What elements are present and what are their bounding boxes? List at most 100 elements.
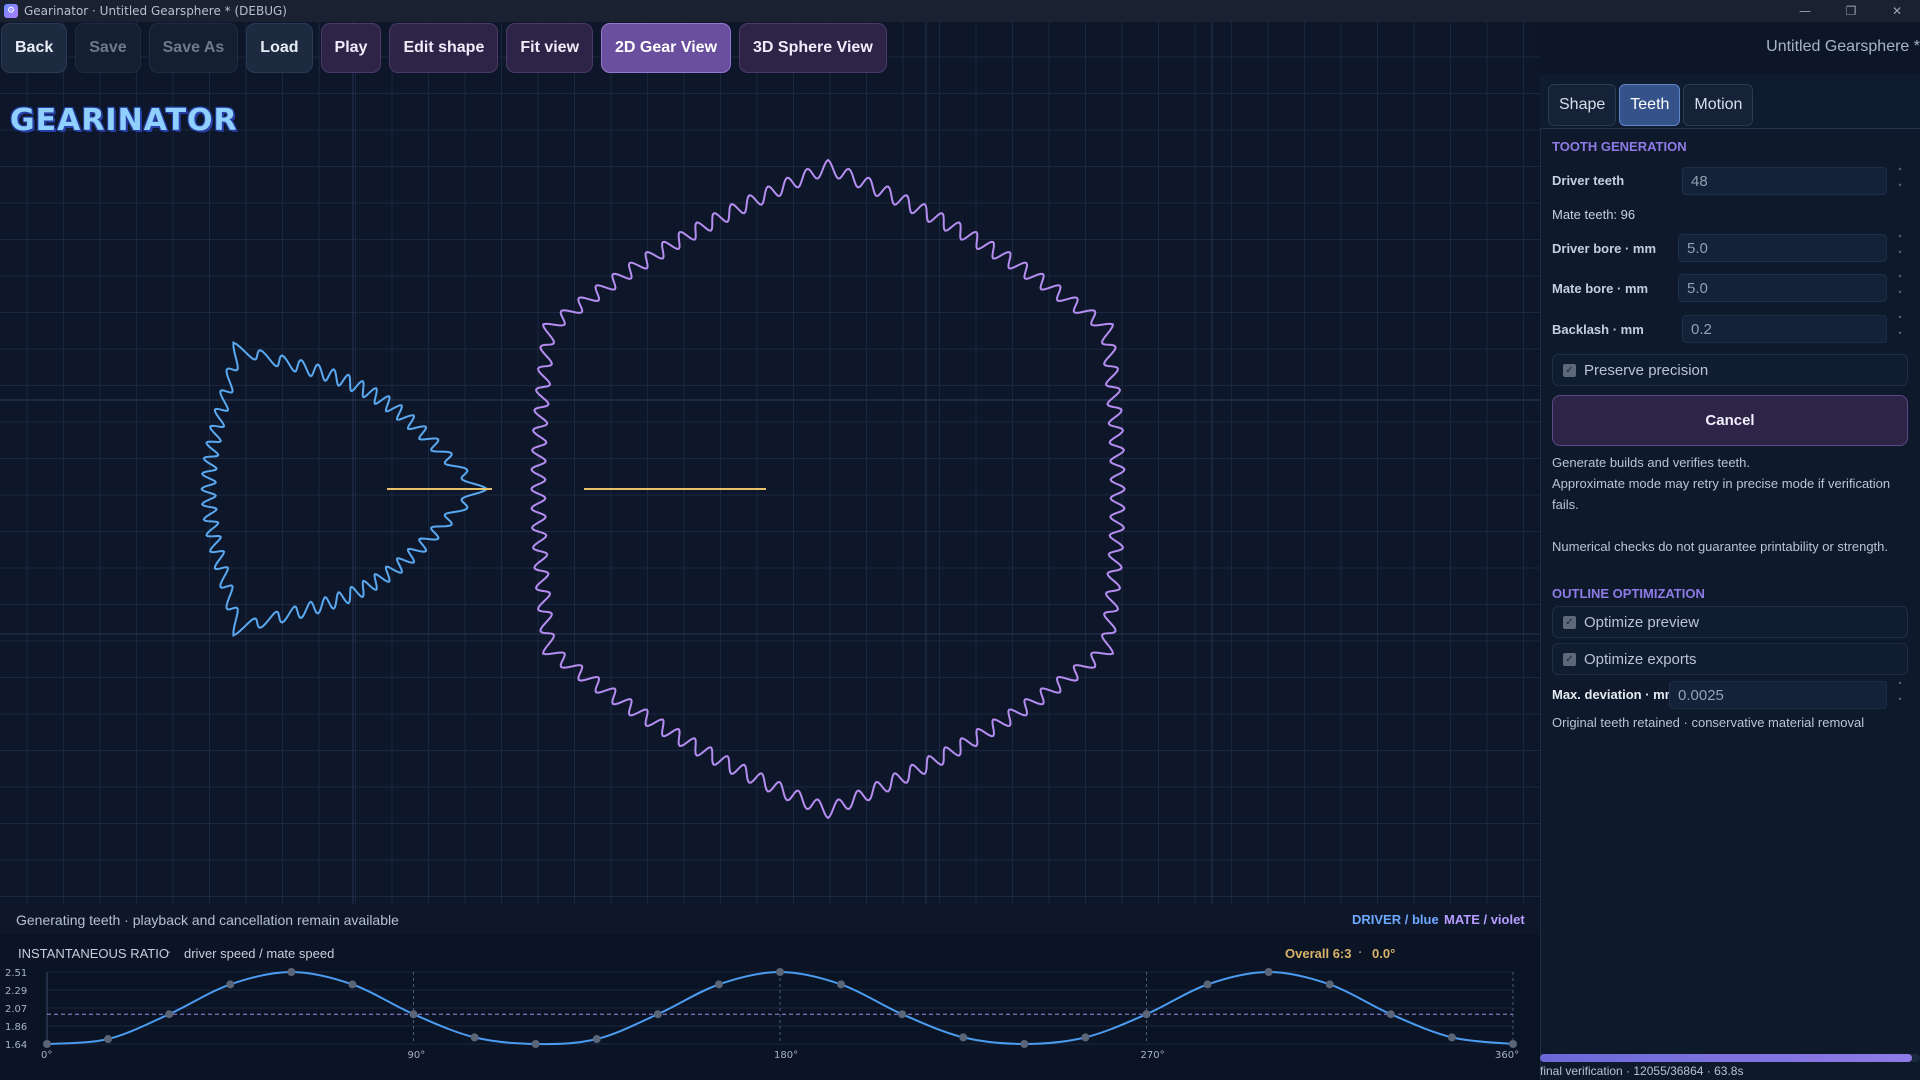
x-tick-label: 90°: [408, 1050, 426, 1061]
back-button[interactable]: Back: [1, 23, 68, 73]
ratio-point: [1325, 980, 1334, 989]
load-button[interactable]: Load: [246, 23, 313, 73]
optimization-note: Original teeth retained · conservative m…: [1552, 715, 1865, 730]
backlash-label: Backlash · mm: [1552, 322, 1644, 337]
close-icon[interactable]: ✕: [1874, 0, 1920, 22]
status-text: Generating teeth · playback and cancella…: [16, 912, 399, 928]
max-deviation-spinner[interactable]: ˄ ˅: [1894, 681, 1906, 709]
document-title: Untitled Gearsphere *: [1766, 38, 1920, 55]
tooth-generation-title: TOOTH GENERATION: [1552, 139, 1687, 154]
y-tick-label: 2.51: [5, 968, 27, 979]
ratio-point: [959, 1033, 968, 1042]
ratio-point: [470, 1033, 479, 1042]
backlash-spinner[interactable]: ˄ ˅: [1894, 315, 1906, 343]
ratio-point: [898, 1010, 907, 1019]
restore-icon[interactable]: ❐: [1828, 0, 1874, 22]
progress-fill: [1540, 1054, 1913, 1062]
fit-view-button[interactable]: Fit view: [506, 23, 594, 73]
ratio-point: [348, 980, 357, 989]
x-tick-label: 270°: [1141, 1050, 1165, 1061]
chart-y-ticks: 2.51 2.29 2.07 1.86 1.64: [5, 968, 27, 1051]
driver-bore-spinner[interactable]: ˄ ˅: [1894, 234, 1906, 262]
spin-up-icon[interactable]: ˄: [1898, 315, 1903, 327]
ratio-point: [837, 980, 846, 989]
driver-teeth-input[interactable]: 48: [1682, 167, 1887, 195]
ratio-point: [165, 1010, 174, 1019]
driver-teeth-label: Driver teeth: [1552, 173, 1625, 188]
play-button[interactable]: Play: [320, 23, 382, 73]
cancel-button[interactable]: Cancel: [1552, 395, 1908, 446]
preserve-precision-checkbox[interactable]: ✓ Preserve precision: [1552, 354, 1908, 386]
ratio-point: [1264, 968, 1273, 976]
tab-motion[interactable]: Motion: [1683, 84, 1754, 126]
max-deviation-input[interactable]: 0.0025: [1669, 681, 1887, 709]
checkbox-checked-icon[interactable]: ✓: [1563, 615, 1576, 629]
save-button[interactable]: Save: [75, 23, 141, 73]
tab-shape[interactable]: Shape: [1548, 84, 1617, 126]
checkbox-checked-icon[interactable]: ✓: [1563, 652, 1576, 666]
optimize-exports-checkbox[interactable]: ✓ Optimize exports: [1552, 643, 1908, 675]
spin-down-icon[interactable]: ˅: [1898, 290, 1903, 302]
window-controls: — ❐ ✕: [1782, 0, 1920, 22]
spin-up-icon[interactable]: ˄: [1898, 167, 1903, 179]
driver-bore-input[interactable]: 5.0: [1678, 234, 1887, 262]
y-tick-label: 2.29: [5, 986, 27, 997]
window-titlebar: ⚙ Gearinator · Untitled Gearsphere * (DE…: [0, 0, 1920, 22]
spin-down-icon[interactable]: ˅: [1898, 250, 1903, 262]
ratio-point: [1081, 1033, 1090, 1042]
ratio-point: [1386, 1010, 1395, 1019]
ratio-point: [104, 1035, 113, 1044]
ratio-chart[interactable]: 2.51 2.29 2.07 1.86 1.64 0° 90° 180° 270° 360°: [0, 966, 1540, 1080]
chart-title-separator: ·: [167, 946, 172, 961]
spin-down-icon[interactable]: ˅: [1898, 183, 1903, 195]
progress-text: final verification · 12055/36864 · 63.8s: [1540, 1064, 1744, 1078]
checkbox-checked-icon[interactable]: ✓: [1563, 363, 1576, 377]
app-logo: GEARINATOR: [10, 103, 238, 138]
ratio-point: [592, 1035, 601, 1044]
ratio-point: [1509, 1040, 1517, 1048]
ratio-point: [1142, 1010, 1151, 1019]
gear-canvas[interactable]: [0, 22, 1540, 904]
y-tick-label: 1.64: [5, 1040, 27, 1051]
mate-bore-spinner[interactable]: ˄ ˅: [1894, 274, 1906, 302]
toolbar: Back Save Save As Load Play Edit shape F…: [0, 22, 887, 74]
sphere-view-button[interactable]: 3D Sphere View: [739, 23, 887, 73]
minimize-icon[interactable]: —: [1782, 0, 1828, 22]
optimize-exports-label: Optimize exports: [1584, 650, 1697, 668]
spin-up-icon[interactable]: ˄: [1898, 681, 1903, 693]
driver-teeth-spinner[interactable]: ˄ ˅: [1894, 167, 1906, 195]
window-title: Gearinator · Untitled Gearsphere * (DEBU…: [24, 4, 287, 18]
gearinator-icon: ⚙: [4, 4, 18, 18]
teeth-panel: [1540, 128, 1920, 1080]
mate-bore-input[interactable]: 5.0: [1678, 274, 1887, 302]
panel-tabs: Shape Teeth Motion: [1548, 84, 1754, 126]
ratio-point: [226, 980, 235, 989]
chart-title: INSTANTANEOUS RATIO: [18, 946, 169, 961]
ratio-point: [409, 1010, 418, 1019]
generate-note-line2: Approximate mode may retry in precise mo…: [1552, 476, 1891, 512]
spin-down-icon[interactable]: ˅: [1898, 697, 1903, 709]
gear-view-button[interactable]: 2D Gear View: [601, 23, 732, 73]
outline-optimization-title: OUTLINE OPTIMIZATION: [1552, 586, 1705, 601]
edit-shape-button[interactable]: Edit shape: [389, 23, 499, 73]
x-tick-label: 360°: [1495, 1050, 1519, 1061]
optimize-preview-label: Optimize preview: [1584, 613, 1700, 631]
ratio-point: [1203, 980, 1212, 989]
ratio-point: [714, 980, 723, 989]
tab-teeth[interactable]: Teeth: [1619, 84, 1681, 126]
spin-up-icon[interactable]: ˄: [1898, 234, 1903, 246]
chart-grid: [46, 971, 1514, 1045]
spin-down-icon[interactable]: ˅: [1898, 331, 1903, 343]
x-tick-label: 0°: [41, 1050, 52, 1061]
overall-separator: ·: [1358, 946, 1363, 961]
spin-up-icon[interactable]: ˄: [1898, 274, 1903, 286]
y-tick-label: 1.86: [5, 1022, 27, 1033]
legend-driver: DRIVER / blue: [1352, 912, 1439, 927]
save-as-button[interactable]: Save As: [148, 23, 239, 73]
gear-drawing: [0, 22, 1540, 904]
optimize-preview-checkbox[interactable]: ✓ Optimize preview: [1552, 606, 1908, 638]
numerical-checks-note: Numerical checks do not guarantee printa…: [1552, 539, 1889, 554]
chart-subtitle: driver speed / mate speed: [184, 946, 335, 961]
ratio-point: [43, 1040, 51, 1048]
backlash-input[interactable]: 0.2: [1682, 315, 1887, 343]
